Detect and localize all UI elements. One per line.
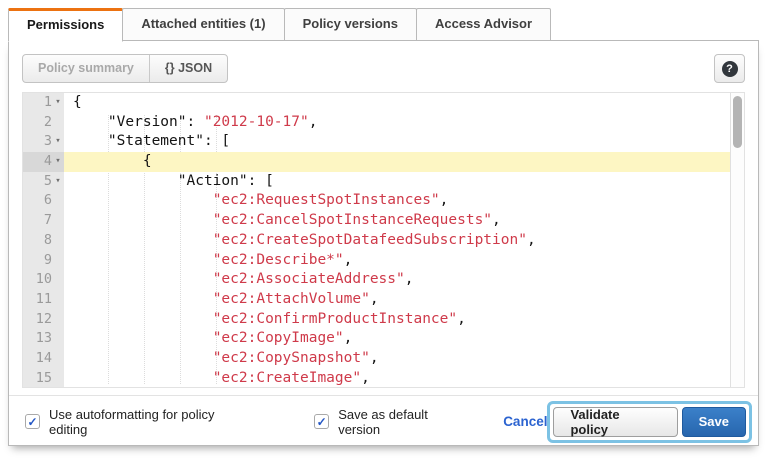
scrollbar-thumb[interactable] [733, 96, 742, 148]
tab-access-advisor[interactable]: Access Advisor [416, 8, 551, 41]
code-line[interactable]: "ec2:RequestSpotInstances", [64, 191, 730, 211]
gutter-line-number[interactable]: 9 [23, 251, 64, 271]
code-line[interactable]: "ec2:AssociateAddress", [64, 270, 730, 290]
code-line[interactable]: "Statement": [ [64, 132, 730, 152]
default-version-label: Save as default version [338, 407, 473, 437]
validate-policy-button[interactable]: Validate policy [553, 407, 677, 437]
autoformat-label: Use autoformatting for policy editing [49, 407, 256, 437]
fold-arrow-icon[interactable]: ▾ [52, 172, 64, 192]
checkmark-icon: ✓ [317, 415, 327, 429]
fold-spacer [52, 329, 64, 349]
fold-arrow-icon[interactable]: ▾ [52, 93, 64, 113]
fold-spacer [52, 191, 64, 211]
fold-spacer [52, 290, 64, 310]
gutter-line-number[interactable]: 2 [23, 113, 64, 133]
gutter-line-number[interactable]: 12 [23, 310, 64, 330]
panel-body: Policy summary {} JSON ? 1▾23▾4▾5▾678910… [8, 40, 759, 446]
fold-spacer [52, 113, 64, 133]
code-line[interactable]: "ec2:AttachVolume", [64, 290, 730, 310]
tab-permissions[interactable]: Permissions [8, 8, 123, 42]
help-icon: ? [722, 61, 738, 77]
tab-bar: Permissions Attached entities (1) Policy… [8, 8, 759, 41]
editor-toolbar: Policy summary {} JSON ? [9, 41, 758, 83]
gutter-line-number[interactable]: 6 [23, 191, 64, 211]
default-version-checkbox[interactable]: ✓ [314, 414, 329, 429]
code-line[interactable]: "Action": [ [64, 172, 730, 192]
fold-arrow-icon[interactable]: ▾ [52, 152, 64, 172]
gutter-line-number[interactable]: 10 [23, 270, 64, 290]
help-button[interactable]: ? [714, 54, 745, 83]
tab-policy-versions[interactable]: Policy versions [284, 8, 417, 41]
gutter-line-number[interactable]: 8 [23, 231, 64, 251]
gutter-line-number[interactable]: 4▾ [23, 152, 64, 172]
editor-code-area[interactable]: { "Version": "2012-10-17", "Statement": … [64, 93, 730, 387]
editor-scrollbar[interactable] [730, 93, 744, 387]
json-view-button[interactable]: {} JSON [149, 55, 227, 82]
gutter-line-number[interactable]: 14 [23, 349, 64, 369]
code-line[interactable]: "ec2:CancelSpotInstanceRequests", [64, 211, 730, 231]
policy-summary-button[interactable]: Policy summary [23, 55, 149, 82]
code-line[interactable]: "ec2:Describe*", [64, 251, 730, 271]
default-version-checkbox-row[interactable]: ✓ Save as default version [314, 407, 473, 437]
policy-editor-panel: Permissions Attached entities (1) Policy… [8, 8, 759, 446]
editor-gutter: 1▾23▾4▾5▾6789101112131415 [23, 93, 64, 387]
gutter-line-number[interactable]: 5▾ [23, 172, 64, 192]
gutter-line-number[interactable]: 7 [23, 211, 64, 231]
fold-spacer [52, 310, 64, 330]
code-line[interactable]: "ec2:ConfirmProductInstance", [64, 310, 730, 330]
gutter-line-number[interactable]: 13 [23, 329, 64, 349]
autoformat-checkbox[interactable]: ✓ [25, 414, 40, 429]
code-line[interactable]: "Version": "2012-10-17", [64, 113, 730, 133]
editor-footer: ✓ Use autoformatting for policy editing … [9, 395, 758, 447]
fold-spacer [52, 211, 64, 231]
gutter-line-number[interactable]: 11 [23, 290, 64, 310]
checkmark-icon: ✓ [27, 415, 37, 429]
fold-spacer [52, 369, 64, 388]
fold-spacer [52, 270, 64, 290]
code-line[interactable]: "ec2:CopySnapshot", [64, 349, 730, 369]
gutter-line-number[interactable]: 1▾ [23, 93, 64, 113]
code-line[interactable]: { [64, 93, 730, 113]
fold-spacer [52, 251, 64, 271]
policy-json-editor[interactable]: 1▾23▾4▾5▾6789101112131415 { "Version": "… [22, 92, 745, 388]
fold-spacer [52, 231, 64, 251]
cancel-link[interactable]: Cancel [503, 414, 547, 429]
fold-spacer [52, 349, 64, 369]
code-line[interactable]: { [64, 152, 730, 172]
gutter-line-number[interactable]: 15 [23, 369, 64, 388]
code-line[interactable]: "ec2:CreateImage", [64, 369, 730, 387]
view-toggle-group: Policy summary {} JSON [22, 54, 228, 83]
fold-arrow-icon[interactable]: ▾ [52, 132, 64, 152]
save-button[interactable]: Save [682, 407, 746, 437]
code-line[interactable]: "ec2:CreateSpotDatafeedSubscription", [64, 231, 730, 251]
code-line[interactable]: "ec2:CopyImage", [64, 329, 730, 349]
gutter-line-number[interactable]: 3▾ [23, 132, 64, 152]
tab-attached-entities[interactable]: Attached entities (1) [122, 8, 284, 41]
autoformat-checkbox-row[interactable]: ✓ Use autoformatting for policy editing [25, 407, 256, 437]
focus-ring: Validate policy Save [547, 401, 752, 443]
